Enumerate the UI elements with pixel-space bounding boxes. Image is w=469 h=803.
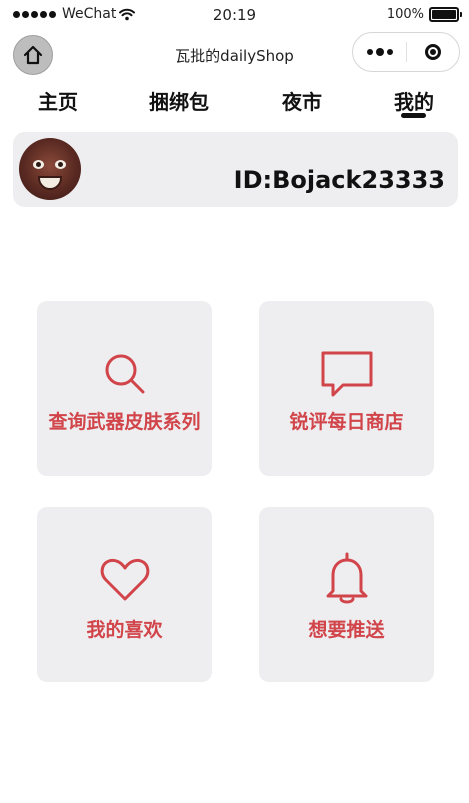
- menu-card-label: 锐评每日商店: [289, 411, 404, 433]
- chat-bubble-icon: [259, 349, 434, 399]
- battery-status: 100%: [386, 7, 462, 22]
- menu-card-label: 我的喜欢: [86, 619, 163, 641]
- tab-bar: 主页 捆绑包 夜市 我的: [0, 82, 469, 122]
- battery-icon: [429, 7, 462, 22]
- avatar[interactable]: [19, 138, 81, 200]
- profile-card: ID:Bojack23333: [13, 132, 458, 207]
- menu-card-label: 查询武器皮肤系列: [48, 411, 201, 433]
- menu-card-favorites[interactable]: 我的喜欢: [37, 507, 212, 682]
- close-target-icon: [424, 44, 441, 60]
- tab-bundles[interactable]: 捆绑包: [149, 86, 209, 115]
- status-bar: WeChat 20:19 100%: [0, 0, 469, 30]
- bell-icon: [259, 551, 434, 605]
- tab-home[interactable]: 主页: [38, 86, 78, 115]
- navigation-bar: 瓦批的dailyShop: [0, 30, 469, 80]
- menu-card-weapon-skins[interactable]: 查询武器皮肤系列: [37, 301, 212, 476]
- tab-mine[interactable]: 我的: [394, 86, 434, 115]
- tab-night-market[interactable]: 夜市: [282, 86, 322, 115]
- menu-card-push-notifications[interactable]: 想要推送: [259, 507, 434, 682]
- menu-card-label: 想要推送: [308, 619, 385, 641]
- search-icon: [37, 351, 212, 397]
- active-tab-indicator: [401, 113, 426, 118]
- battery-percentage: 100%: [386, 7, 424, 22]
- more-button[interactable]: [353, 33, 406, 71]
- user-id: ID:Bojack23333: [233, 166, 445, 194]
- close-button[interactable]: [407, 33, 459, 71]
- menu-card-shop-review[interactable]: 锐评每日商店: [259, 301, 434, 476]
- mini-program-capsule: [352, 32, 460, 72]
- heart-icon: [37, 557, 212, 603]
